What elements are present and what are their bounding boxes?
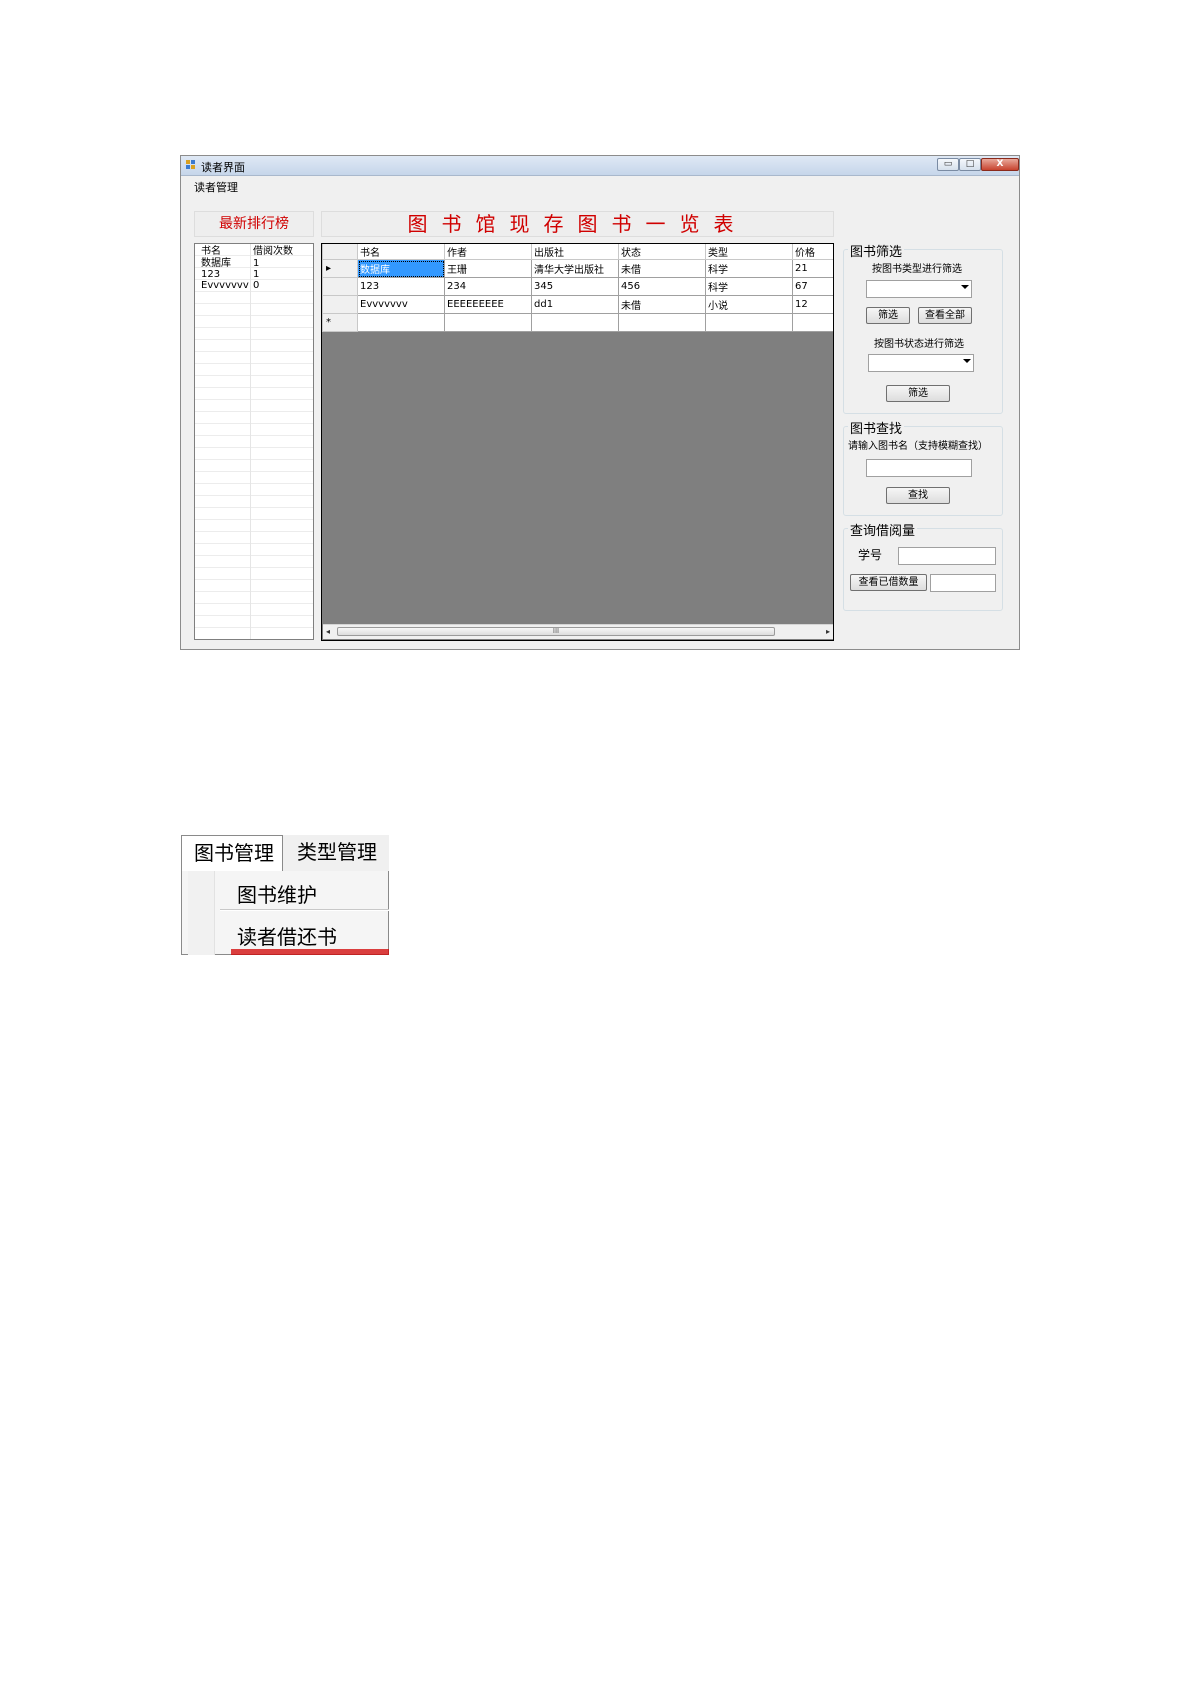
table-cell[interactable] bbox=[792, 313, 833, 332]
scrollbar-thumb[interactable]: III bbox=[337, 627, 775, 636]
search-prompt-label: 请输入图书名（支持模糊查找） bbox=[848, 441, 988, 452]
grid-header-row: 书名 作者 出版社 状态 类型 价格 bbox=[322, 244, 833, 260]
table-cell[interactable] bbox=[357, 313, 445, 332]
menu-icon-gutter bbox=[188, 871, 215, 955]
table-row[interactable]: ▸ 数据库 王珊 清华大学出版社 未借 科学 21 bbox=[322, 259, 833, 278]
ranking-header-name: 书名 bbox=[201, 246, 221, 257]
minimize-button[interactable]: ▭ bbox=[937, 158, 959, 171]
table-cell[interactable]: EEEEEEEEE bbox=[444, 295, 532, 314]
type-filter-label: 按图书类型进行筛选 bbox=[872, 264, 962, 275]
table-cell[interactable]: 123 bbox=[357, 277, 445, 296]
filter-button[interactable]: 筛选 bbox=[866, 307, 910, 324]
status-filter-label: 按图书状态进行筛选 bbox=[874, 339, 964, 350]
menu-screenshot: 图书管理 类型管理 图书维护 读者借还书 bbox=[181, 835, 389, 955]
filter-group: 图书筛选 按图书类型进行筛选 筛选 查看全部 按图书状态进行筛选 筛选 bbox=[843, 241, 1003, 414]
search-group-title: 图书查找 bbox=[848, 418, 905, 437]
column-header-type[interactable]: 类型 bbox=[705, 244, 793, 260]
new-row[interactable]: * bbox=[322, 313, 833, 332]
scroll-right-icon[interactable]: ▸ bbox=[826, 627, 830, 636]
student-id-label: 学号 bbox=[858, 548, 883, 562]
new-row-indicator[interactable]: * bbox=[322, 313, 358, 332]
table-cell[interactable]: 67 bbox=[792, 277, 833, 296]
page-title: 图书馆现存图书一览表 bbox=[321, 211, 834, 237]
chevron-down-icon bbox=[963, 359, 971, 363]
grid-corner bbox=[322, 244, 358, 260]
window-title: 读者界面 bbox=[201, 161, 245, 174]
table-cell[interactable]: dd1 bbox=[531, 295, 619, 314]
book-name-search-input[interactable] bbox=[866, 459, 972, 477]
type-filter-select[interactable] bbox=[866, 280, 972, 298]
column-header-title[interactable]: 书名 bbox=[357, 244, 445, 260]
row-indicator[interactable] bbox=[322, 277, 358, 296]
table-cell[interactable] bbox=[444, 313, 532, 332]
book-data-grid[interactable]: 书名 作者 出版社 状态 类型 价格 ▸ 数据库 王珊 清华大学出版社 未借 科… bbox=[321, 243, 834, 641]
ranking-cell-count: 0 bbox=[253, 280, 260, 291]
ranking-row[interactable]: Evvvvvvv 0 bbox=[195, 280, 313, 292]
app-icon bbox=[186, 160, 196, 170]
chevron-down-icon bbox=[961, 285, 969, 289]
table-row[interactable]: 123 234 345 456 科学 67 bbox=[322, 277, 833, 296]
table-row[interactable]: Evvvvvvv EEEEEEEEE dd1 未借 小说 12 bbox=[322, 295, 833, 314]
table-cell[interactable]: 科学 bbox=[705, 259, 793, 278]
book-management-dropdown: 图书维护 读者借还书 bbox=[181, 871, 389, 955]
status-filter-button[interactable]: 筛选 bbox=[886, 385, 950, 402]
check-borrowed-button[interactable]: 查看已借数量 bbox=[850, 574, 927, 591]
close-button[interactable]: X bbox=[981, 158, 1019, 171]
search-button[interactable]: 查找 bbox=[886, 487, 950, 504]
title-bar: 读者界面 ▭ □ X bbox=[181, 156, 1019, 176]
table-cell[interactable]: 数据库 bbox=[357, 259, 445, 278]
table-cell[interactable]: 未借 bbox=[618, 295, 706, 314]
status-filter-select[interactable] bbox=[868, 354, 974, 372]
ranking-header-count: 借阅次数 bbox=[253, 246, 293, 257]
row-indicator[interactable]: ▸ bbox=[322, 259, 358, 278]
search-group: 图书查找 请输入图书名（支持模糊查找） 查找 bbox=[843, 418, 1003, 516]
borrowed-count-output[interactable] bbox=[930, 574, 996, 592]
ranking-title: 最新排行榜 bbox=[194, 211, 314, 237]
view-all-button[interactable]: 查看全部 bbox=[918, 307, 972, 324]
table-cell[interactable]: 科学 bbox=[705, 277, 793, 296]
table-cell[interactable]: 21 bbox=[792, 259, 833, 278]
student-id-input[interactable] bbox=[898, 547, 996, 565]
column-header-price[interactable]: 价格 bbox=[792, 244, 833, 260]
ranking-cell-name: Evvvvvvv bbox=[201, 280, 249, 291]
table-cell[interactable] bbox=[618, 313, 706, 332]
row-indicator[interactable] bbox=[322, 295, 358, 314]
reader-window: 读者界面 ▭ □ X 读者管理 最新排行榜 图书馆现存图书一览表 书名 借阅次数… bbox=[180, 155, 1020, 650]
menu-item-book-maintenance[interactable]: 图书维护 bbox=[237, 879, 317, 908]
maximize-button[interactable]: □ bbox=[959, 158, 981, 171]
table-cell[interactable]: 清华大学出版社 bbox=[531, 259, 619, 278]
column-header-author[interactable]: 作者 bbox=[444, 244, 532, 260]
admin-menu-bar: 图书管理 类型管理 bbox=[181, 835, 389, 872]
ranking-grid[interactable]: 书名 借阅次数 数据库 1 123 1 Evvvvvvv 0 bbox=[194, 243, 314, 640]
ranking-header-row: 书名 借阅次数 bbox=[195, 246, 313, 258]
horizontal-scrollbar[interactable]: ◂ III ▸ bbox=[323, 624, 833, 639]
menu-reader-management[interactable]: 读者管理 bbox=[194, 179, 238, 195]
table-cell[interactable]: 456 bbox=[618, 277, 706, 296]
menu-book-management[interactable]: 图书管理 bbox=[181, 835, 283, 872]
borrow-query-group: 查询借阅量 学号 查看已借数量 bbox=[843, 520, 1003, 611]
filter-group-title: 图书筛选 bbox=[848, 241, 905, 260]
table-cell[interactable]: 未借 bbox=[618, 259, 706, 278]
menu-type-management[interactable]: 类型管理 bbox=[297, 835, 377, 869]
table-cell[interactable]: 12 bbox=[792, 295, 833, 314]
table-cell[interactable] bbox=[705, 313, 793, 332]
scroll-left-icon[interactable]: ◂ bbox=[326, 627, 330, 636]
table-cell[interactable]: 王珊 bbox=[444, 259, 532, 278]
menu-separator bbox=[220, 909, 389, 911]
table-cell[interactable]: Evvvvvvv bbox=[357, 295, 445, 314]
column-header-status[interactable]: 状态 bbox=[618, 244, 706, 260]
table-cell[interactable] bbox=[531, 313, 619, 332]
table-cell[interactable]: 小说 bbox=[705, 295, 793, 314]
menu-item-reader-borrow-return[interactable]: 读者借还书 bbox=[237, 921, 337, 950]
table-cell[interactable]: 234 bbox=[444, 277, 532, 296]
borrow-query-title: 查询借阅量 bbox=[848, 520, 918, 539]
column-header-publisher[interactable]: 出版社 bbox=[531, 244, 619, 260]
table-cell[interactable]: 345 bbox=[531, 277, 619, 296]
menu-bar: 读者管理 bbox=[181, 176, 1019, 194]
background-red-text-fragment bbox=[231, 949, 389, 955]
